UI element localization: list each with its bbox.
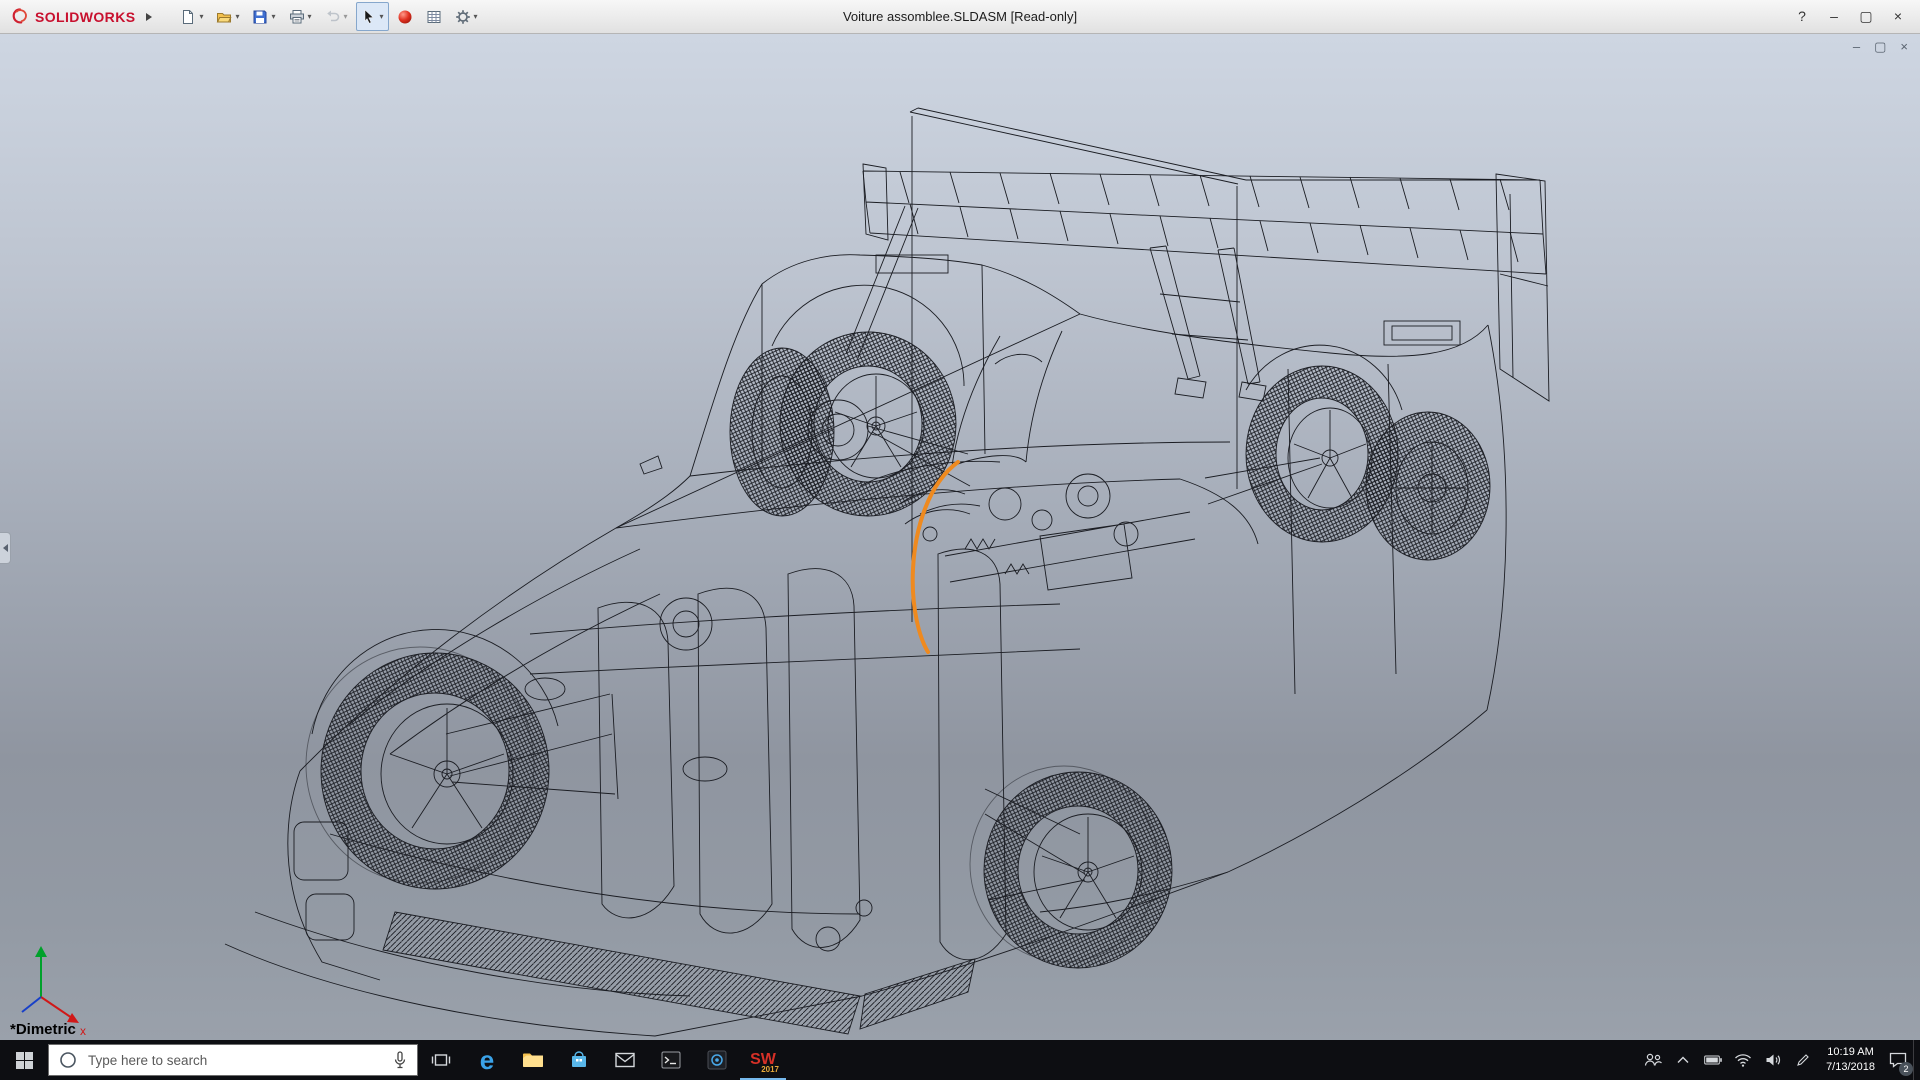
battery-button[interactable] <box>1698 1040 1728 1080</box>
gear-icon <box>455 9 471 25</box>
media-app-button[interactable] <box>694 1040 740 1080</box>
solidworks-taskbar-button[interactable]: SW 2017 <box>740 1040 786 1080</box>
maximize-button[interactable]: ▢ <box>1850 0 1882 33</box>
printer-icon <box>289 9 305 25</box>
appearance-button[interactable] <box>392 2 418 31</box>
pen-settings-button[interactable] <box>1788 1040 1818 1080</box>
cursor-arrow-icon <box>361 9 377 25</box>
engine-suspension-details <box>446 400 1322 900</box>
chassis-frames <box>598 549 1006 960</box>
save-button[interactable]: ▾ <box>247 2 280 31</box>
help-button[interactable]: ? <box>1786 0 1818 33</box>
titlebar: SOLIDWORKS ▾ ▾ ▾ <box>0 0 1920 34</box>
network-button[interactable] <box>1728 1040 1758 1080</box>
people-icon <box>1643 1052 1663 1068</box>
solidworks-logo-icon <box>10 7 30 27</box>
tray-overflow-button[interactable] <box>1668 1040 1698 1080</box>
action-center-button[interactable]: 2 <box>1883 1040 1913 1080</box>
taskbar-clock[interactable]: 10:19 AM 7/13/2018 <box>1818 1045 1883 1075</box>
store-bag-icon <box>570 1050 588 1070</box>
spreadsheet-icon <box>426 9 442 25</box>
view-orientation-label: *Dimetric <box>10 1021 76 1038</box>
car-wireframe-model[interactable]: x <box>0 34 1920 1040</box>
chevron-down-icon[interactable]: ▾ <box>308 12 312 21</box>
menu-expand-arrow-icon[interactable] <box>139 10 159 24</box>
chevron-up-icon <box>1676 1055 1690 1065</box>
taskbar-search[interactable] <box>48 1044 418 1076</box>
new-document-button[interactable]: ▾ <box>175 2 208 31</box>
battery-icon <box>1704 1055 1722 1065</box>
viewport-window-controls: – ▢ × <box>1853 40 1908 53</box>
clock-date: 7/13/2018 <box>1826 1060 1875 1075</box>
search-input[interactable] <box>86 1052 384 1069</box>
chevron-down-icon[interactable]: ▾ <box>380 12 384 21</box>
close-button[interactable]: × <box>1882 0 1914 33</box>
front-splitter-hatch <box>383 912 975 1034</box>
chevron-down-icon[interactable]: ▾ <box>235 12 239 21</box>
command-prompt-icon <box>661 1051 681 1069</box>
wheel-rear-right <box>1246 366 1490 560</box>
mail-button[interactable] <box>602 1040 648 1080</box>
edge-icon: e <box>480 1047 494 1073</box>
chevron-down-icon[interactable]: ▾ <box>344 12 348 21</box>
document-title: Voiture assomblee.SLDASM [Read-only] <box>843 9 1077 24</box>
undo-button[interactable]: ▾ <box>320 2 353 31</box>
microphone-icon[interactable] <box>393 1051 407 1069</box>
clock-time: 10:19 AM <box>1826 1045 1875 1060</box>
solidworks-year-label: 2017 <box>761 1065 779 1074</box>
window-controls: ? – ▢ × <box>1786 0 1914 33</box>
wheel-front-right <box>730 332 956 516</box>
solidworks-logo[interactable]: SOLIDWORKS <box>6 7 139 27</box>
task-view-button[interactable] <box>418 1040 464 1080</box>
save-floppy-icon <box>252 9 268 25</box>
file-explorer-button[interactable] <box>510 1040 556 1080</box>
solidworks-window: SOLIDWORKS ▾ ▾ ▾ <box>0 0 1920 1080</box>
open-folder-icon <box>216 9 232 25</box>
cortana-icon <box>59 1051 77 1069</box>
show-desktop-button[interactable] <box>1913 1040 1920 1080</box>
minimize-button[interactable]: – <box>1818 0 1850 33</box>
solidworks-wordmark: SOLIDWORKS <box>35 9 135 25</box>
start-button[interactable] <box>0 1040 48 1080</box>
media-app-icon <box>707 1050 727 1070</box>
panel-collapse-tab[interactable] <box>0 532 11 564</box>
windows-logo-icon <box>16 1052 33 1069</box>
volume-button[interactable] <box>1758 1040 1788 1080</box>
new-document-icon <box>180 9 196 25</box>
quick-access-toolbar: ▾ ▾ ▾ ▾ <box>175 2 482 31</box>
folder-icon <box>522 1051 544 1069</box>
chevron-down-icon[interactable]: ▾ <box>271 12 275 21</box>
terminal-button[interactable] <box>648 1040 694 1080</box>
chevron-down-icon[interactable]: ▾ <box>474 12 478 21</box>
select-tool-button[interactable]: ▾ <box>356 2 389 31</box>
chevron-down-icon[interactable]: ▾ <box>199 12 203 21</box>
wifi-icon <box>1734 1053 1752 1067</box>
task-view-icon <box>431 1050 451 1070</box>
store-button[interactable] <box>556 1040 602 1080</box>
taskbar: e <box>0 1040 1920 1080</box>
open-button[interactable]: ▾ <box>211 2 244 31</box>
pen-icon <box>1796 1053 1810 1067</box>
notification-badge: 2 <box>1899 1062 1913 1076</box>
people-button[interactable] <box>1638 1040 1668 1080</box>
wheel-front-left <box>306 647 549 889</box>
viewport-restore-button[interactable]: ▢ <box>1874 40 1886 53</box>
viewport-minimize-button[interactable]: – <box>1853 40 1860 53</box>
table-button[interactable] <box>421 2 447 31</box>
print-button[interactable]: ▾ <box>284 2 317 31</box>
triad-x-label: x <box>80 1024 86 1038</box>
envelope-icon <box>615 1052 635 1068</box>
red-sphere-icon <box>397 9 413 25</box>
graphics-area[interactable]: x – ▢ × *Dimetric <box>0 34 1920 1040</box>
chevron-left-icon <box>3 544 8 552</box>
undo-arrow-icon <box>325 9 341 25</box>
options-button[interactable]: ▾ <box>450 2 483 31</box>
edge-button[interactable]: e <box>464 1040 510 1080</box>
viewport-close-button[interactable]: × <box>1900 40 1908 53</box>
speaker-icon <box>1765 1053 1781 1067</box>
